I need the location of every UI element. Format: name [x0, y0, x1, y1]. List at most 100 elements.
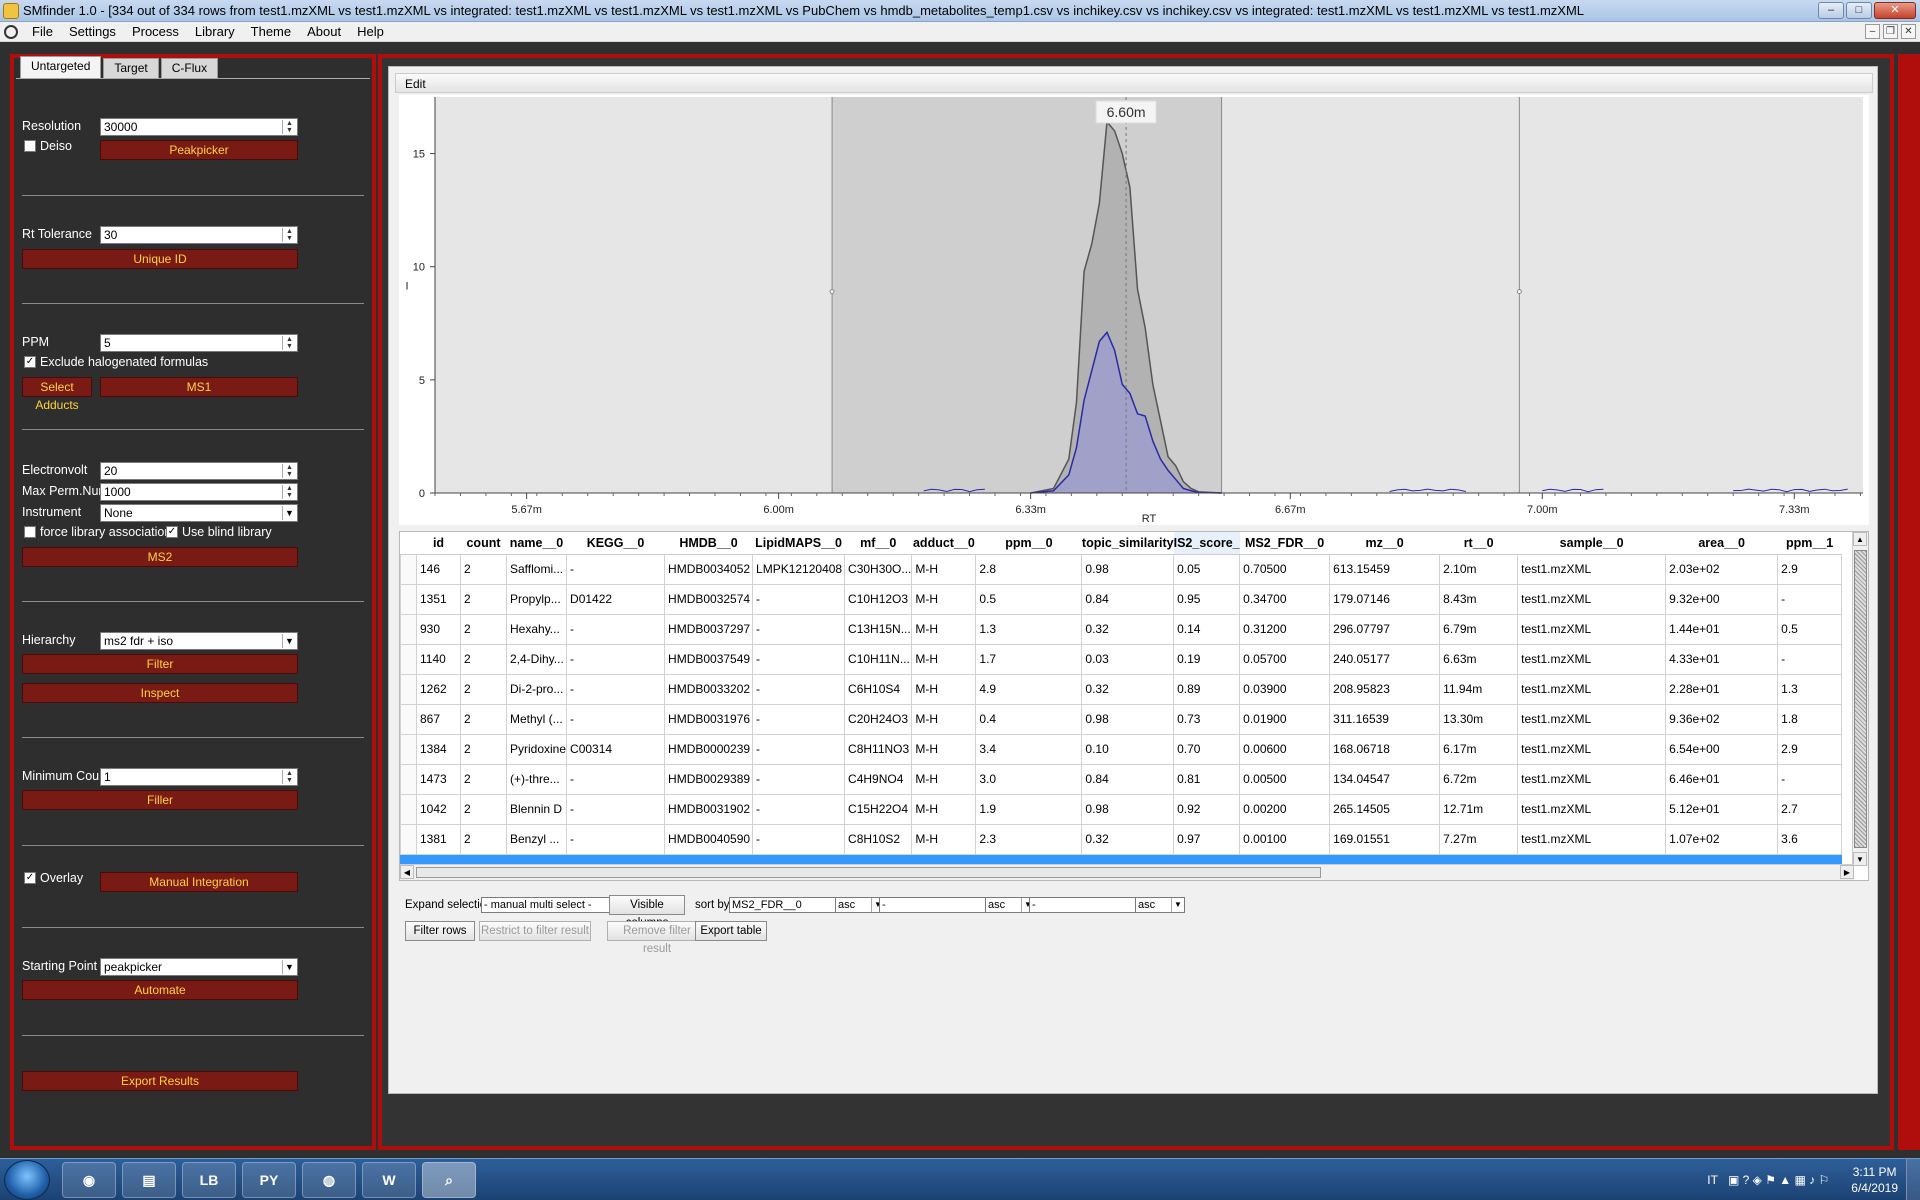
table-cell[interactable]: 9.36e+02: [1665, 703, 1779, 735]
table-cell[interactable]: 0.34700: [1239, 583, 1331, 615]
table-cell[interactable]: M-H: [911, 763, 977, 795]
remove-filter-button[interactable]: Remove filter result: [607, 921, 707, 955]
menu-about[interactable]: About: [299, 24, 349, 39]
table-cell[interactable]: 8.43m: [1439, 583, 1519, 615]
table-cell[interactable]: 6.54e+00: [1665, 733, 1779, 765]
table-row[interactable]: 1262 2 Di-2-pro... - HMDB0033202- C6H10S4 M-H 4…: [400, 673, 1843, 705]
column-header-adduct-0[interactable]: adduct__0: [911, 532, 976, 555]
table-cell[interactable]: 6.46e+01: [1665, 763, 1779, 795]
table-cell[interactable]: -: [752, 793, 846, 825]
menu-library[interactable]: Library: [187, 24, 243, 39]
table-cell[interactable]: test1.mzXML: [1517, 823, 1667, 855]
table-cell[interactable]: 0.5: [1777, 613, 1843, 645]
tray-icons[interactable]: ▣ ? ◈ ⚑ ▲ ▦ ♪ ⚐: [1728, 1173, 1829, 1187]
table-cell[interactable]: 867: [416, 703, 461, 735]
chevron-down-icon[interactable]: ▼: [282, 960, 296, 974]
table-cell[interactable]: 4.9: [975, 673, 1083, 705]
table-cell[interactable]: 0.81: [1173, 763, 1241, 795]
table-cell[interactable]: C20H24O3: [844, 703, 913, 735]
table-cell[interactable]: -: [752, 733, 846, 765]
row-header[interactable]: [400, 793, 417, 825]
restrict-filter-button[interactable]: Restrict to filter result: [479, 921, 591, 941]
table-cell[interactable]: 1.44e+01: [1665, 613, 1779, 645]
expand-selection-select[interactable]: - manual multi select -▼: [481, 897, 629, 913]
table-cell[interactable]: test1.mzXML: [1517, 703, 1667, 735]
table-cell[interactable]: Hexahy...: [505, 613, 568, 645]
table-cell[interactable]: 0.89: [1173, 673, 1241, 705]
hierarchy-select[interactable]: ms2 fdr + iso ▼: [100, 632, 298, 650]
table-cell[interactable]: test1.mzXML: [1517, 553, 1667, 585]
language-indicator[interactable]: IT: [1707, 1173, 1718, 1187]
table-row[interactable]: 1042 2 Blennin D - HMDB0031902- C15H22O4 M-H 1.…: [400, 793, 1843, 825]
table-cell[interactable]: LMPK12120408: [752, 553, 846, 585]
table-cell[interactable]: 0.01900: [1239, 703, 1331, 735]
table-cell[interactable]: 240.05177: [1329, 643, 1441, 675]
table-cell[interactable]: -: [566, 823, 666, 855]
table-cell[interactable]: HMDB0033202: [664, 673, 754, 705]
column-header-ms2-fdr-0[interactable]: MS2_FDR__0: [1239, 532, 1330, 555]
column-header-hmdb-0[interactable]: HMDB__0: [664, 532, 753, 555]
rt-tolerance-input[interactable]: 30 ▲ ▼: [100, 226, 298, 244]
table-cell[interactable]: 0.4: [975, 703, 1083, 735]
table-cell[interactable]: Di-2-pro...: [505, 673, 568, 705]
table-cell[interactable]: 1.9: [975, 793, 1083, 825]
filler-button[interactable]: Filler: [22, 790, 298, 810]
table-cell[interactable]: HMDB0031976: [664, 703, 754, 735]
menu-process[interactable]: Process: [124, 24, 187, 39]
table-cell[interactable]: 134.04547: [1329, 763, 1441, 795]
chevron-down-icon[interactable]: ▼: [282, 634, 296, 648]
spinner-icon[interactable]: ▲ ▼: [282, 228, 296, 242]
export-table-button[interactable]: Export table: [695, 921, 767, 941]
table-cell[interactable]: -: [752, 703, 846, 735]
table-cell[interactable]: M-H: [911, 553, 977, 585]
chromatogram-svg[interactable]: 6.60m 5.67m 6.00m 6.33m 6.67m 7.00m 7.33m 0 5 10 1…: [399, 95, 1869, 525]
table-cell[interactable]: -: [752, 613, 846, 645]
table-cell[interactable]: 5.12e+01: [1665, 793, 1779, 825]
table-cell[interactable]: 2.8: [975, 553, 1083, 585]
spinner-icon[interactable]: ▲ ▼: [282, 336, 296, 350]
horizontal-scroll-thumb[interactable]: [416, 867, 1321, 878]
table-cell[interactable]: M-H: [911, 823, 977, 855]
instrument-select[interactable]: None ▼: [100, 504, 298, 522]
chrome-icon[interactable]: ◉: [62, 1162, 116, 1198]
table-cell[interactable]: 2: [460, 553, 507, 585]
table-cell[interactable]: 0.10: [1081, 733, 1175, 765]
table-cell[interactable]: -: [1777, 763, 1843, 795]
table-cell[interactable]: 613.15459: [1329, 553, 1441, 585]
unique-id-button[interactable]: Unique ID: [22, 249, 298, 269]
column-header-mz-0[interactable]: mz__0: [1329, 532, 1440, 555]
scroll-right-icon[interactable]: ▶: [1840, 865, 1854, 879]
table-cell[interactable]: 0.03900: [1239, 673, 1331, 705]
table-cell[interactable]: 146: [416, 553, 461, 585]
clock[interactable]: 3:11 PM 6/4/2019: [1851, 1164, 1898, 1196]
force-library-checkbox[interactable]: [24, 526, 36, 538]
table-cell[interactable]: C10H11N...: [844, 643, 913, 675]
table-cell[interactable]: C10H12O3: [844, 583, 913, 615]
table-cell[interactable]: HMDB0034052: [664, 553, 754, 585]
table-cell[interactable]: Benzyl ...: [505, 823, 568, 855]
table-cell[interactable]: 265.14505: [1329, 793, 1441, 825]
table-cell[interactable]: -: [752, 823, 846, 855]
table-cell[interactable]: test1.mzXML: [1517, 793, 1667, 825]
overlay-checkbox[interactable]: ✓: [24, 872, 36, 884]
table-cell[interactable]: -: [1777, 583, 1843, 615]
folder-icon[interactable]: ▤: [122, 1162, 176, 1198]
table-cell[interactable]: C15H22O4: [844, 793, 913, 825]
table-cell[interactable]: 0.03: [1081, 643, 1175, 675]
electronvolt-input[interactable]: 20 ▲ ▼: [100, 462, 298, 480]
table-cell[interactable]: 1.3: [975, 613, 1083, 645]
table-cell[interactable]: HMDB0040590: [664, 823, 754, 855]
table-cell[interactable]: -: [566, 673, 666, 705]
table-cell[interactable]: 0.00200: [1239, 793, 1331, 825]
table-cell[interactable]: 0.31200: [1239, 613, 1331, 645]
row-header[interactable]: [400, 673, 417, 705]
table-cell[interactable]: 2.28e+01: [1665, 673, 1779, 705]
column-header-sample-0[interactable]: sample__0: [1517, 532, 1666, 555]
table-cell[interactable]: 169.01551: [1329, 823, 1441, 855]
table-cell[interactable]: 2.7: [1777, 793, 1843, 825]
table-row[interactable]: 1351 2 Propylp... D01422 HMDB0032574- C10H12O…: [400, 583, 1843, 615]
table-cell[interactable]: 3.0: [975, 763, 1083, 795]
deiso-checkbox[interactable]: [24, 140, 36, 152]
table-cell[interactable]: 0.5: [975, 583, 1083, 615]
column-header-area-0[interactable]: area__0: [1665, 532, 1778, 555]
